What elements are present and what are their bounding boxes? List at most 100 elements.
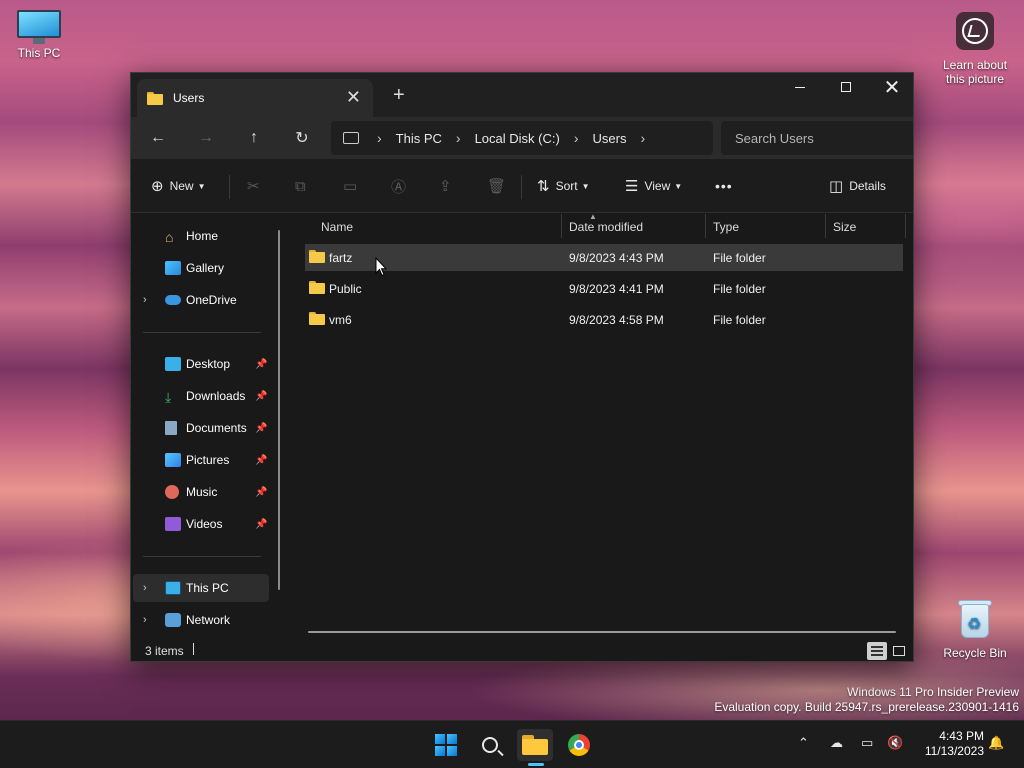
nav-item-desktop[interactable]: Desktop 📌	[133, 350, 269, 378]
file-name: vm6	[329, 313, 352, 327]
new-tab-button[interactable]: +	[393, 85, 405, 105]
column-divider[interactable]	[561, 214, 562, 238]
chevron-right-icon[interactable]: ›	[143, 582, 147, 594]
column-header-type[interactable]: Type	[713, 220, 739, 234]
nav-item-home[interactable]: ⌂ Home	[133, 222, 269, 250]
nav-scrollbar[interactable]	[278, 230, 280, 590]
close-tab-icon[interactable]: ✕	[346, 88, 361, 106]
breadcrumb-users[interactable]: Users	[593, 131, 627, 146]
horizontal-scrollbar[interactable]	[308, 631, 896, 633]
details-view-button[interactable]	[867, 642, 887, 660]
search-input[interactable]: Search Users	[721, 121, 913, 155]
tab-label: Users	[173, 91, 205, 105]
minimize-button[interactable]	[777, 73, 823, 101]
network-icon[interactable]: ▭	[861, 735, 873, 751]
nav-item-pictures[interactable]: Pictures 📌	[133, 446, 269, 474]
rename-button[interactable]: Ⓐ	[391, 173, 412, 199]
cut-button[interactable]: ✂	[247, 173, 266, 199]
file-explorer-icon	[522, 735, 548, 755]
chevron-right-icon[interactable]: ›	[143, 614, 147, 626]
details-button[interactable]: ◫ Details	[829, 173, 886, 199]
share-icon: ⇪	[439, 178, 452, 195]
more-options-button[interactable]: •••	[715, 173, 733, 199]
start-button[interactable]	[428, 729, 464, 761]
desktop-icon-recycle-bin[interactable]: ♻ Recycle Bin	[940, 598, 1010, 660]
address-bar[interactable]: › This PC › Local Disk (C:) › Users ›	[331, 121, 713, 155]
chevron-up-icon[interactable]: ⌃	[798, 735, 809, 751]
refresh-button[interactable]: ↻	[289, 125, 315, 151]
column-headers: ▲ Name Date modified Type Size	[289, 212, 913, 244]
notification-bell-icon[interactable]: 🔔	[988, 735, 1004, 751]
file-explorer-window: Users ✕ + ✕ ← → ↑ ↻ › This PC › Local Di…	[130, 72, 914, 662]
nav-item-label: Videos	[186, 517, 223, 531]
sort-icon: ⇅	[537, 178, 550, 195]
copy-button[interactable]: ⧉	[295, 173, 312, 199]
column-divider[interactable]	[705, 214, 706, 238]
nav-item-label: Network	[186, 613, 231, 627]
maximize-button[interactable]	[823, 73, 869, 101]
file-date: 9/8/2023 4:41 PM	[569, 282, 664, 296]
nav-item-label: Documents	[186, 421, 247, 435]
nav-item-videos[interactable]: Videos 📌	[133, 510, 269, 538]
download-icon: ⤓	[165, 389, 172, 405]
chevron-right-icon[interactable]: ›	[574, 130, 579, 146]
nav-item-downloads[interactable]: ⤓ Downloads 📌	[133, 382, 269, 410]
taskbar-chrome[interactable]	[561, 729, 597, 761]
taskbar-file-explorer[interactable]	[517, 729, 553, 761]
close-window-button[interactable]: ✕	[869, 73, 913, 101]
column-header-date-modified[interactable]: Date modified	[569, 220, 643, 234]
file-row-fartz[interactable]: fartz 9/8/2023 4:43 PM File folder	[305, 244, 903, 271]
evaluation-watermark: Windows 11 Pro Insider Preview Evaluatio…	[714, 685, 1019, 715]
paste-button[interactable]: ▭	[343, 173, 363, 199]
videos-icon	[165, 517, 181, 531]
camera-info-icon	[956, 12, 994, 50]
breadcrumb-this-pc[interactable]: This PC	[396, 131, 442, 146]
folder-icon	[147, 91, 163, 105]
file-row-public[interactable]: Public 9/8/2023 4:41 PM File folder	[305, 275, 903, 302]
cloud-icon	[165, 295, 181, 305]
chevron-right-icon[interactable]: ›	[143, 294, 147, 306]
sort-button[interactable]: ⇅ Sort ▼	[537, 173, 590, 199]
pin-icon: 📌	[255, 486, 268, 498]
chevron-right-icon[interactable]: ›	[456, 130, 461, 146]
nav-item-music[interactable]: Music 📌	[133, 478, 269, 506]
status-bar: 3 items	[131, 638, 913, 661]
nav-item-network[interactable]: › Network	[133, 606, 269, 634]
trash-icon: 🗑	[487, 178, 507, 195]
nav-item-onedrive[interactable]: › OneDrive	[133, 286, 269, 314]
breadcrumb-local-disk[interactable]: Local Disk (C:)	[475, 131, 560, 146]
search-button[interactable]	[472, 729, 508, 761]
desktop-icon-learn-about-picture[interactable]: Learn about this picture	[936, 12, 1014, 86]
column-header-size[interactable]: Size	[833, 220, 856, 234]
clock[interactable]: 4:43 PM 11/13/2023	[912, 729, 984, 759]
nav-item-gallery[interactable]: Gallery	[133, 254, 269, 282]
forward-button[interactable]: →	[193, 125, 219, 151]
up-button[interactable]: ↑	[241, 125, 267, 151]
desktop-icon-label: Recycle Bin	[943, 646, 1007, 660]
column-divider[interactable]	[905, 214, 906, 238]
view-button[interactable]: ☰ View ▼	[625, 173, 682, 199]
column-header-name[interactable]: Name	[321, 220, 353, 234]
volume-muted-icon[interactable]: 🔇	[887, 735, 903, 751]
new-button[interactable]: ⊕ New ▼	[151, 173, 206, 199]
nav-item-this-pc[interactable]: › This PC	[133, 574, 269, 602]
chevron-right-icon[interactable]: ›	[640, 130, 645, 146]
cloud-off-icon[interactable]: ☁	[830, 735, 843, 751]
tab-users[interactable]: Users ✕	[137, 79, 373, 117]
tiles-view-button[interactable]	[889, 642, 909, 660]
divider	[229, 175, 230, 199]
arrow-left-icon: ←	[150, 129, 166, 146]
column-divider[interactable]	[825, 214, 826, 238]
chevron-right-icon: ›	[377, 130, 382, 146]
file-type: File folder	[713, 251, 766, 265]
share-button[interactable]: ⇪	[439, 173, 458, 199]
delete-button[interactable]: 🗑	[487, 173, 512, 199]
file-type: File folder	[713, 282, 766, 296]
back-button[interactable]: ←	[145, 125, 171, 151]
folder-icon	[309, 281, 325, 294]
taskbar: ⌃ ☁ ▭ 🔇 4:43 PM 11/13/2023 🔔	[0, 720, 1024, 768]
nav-item-documents[interactable]: Documents 📌	[133, 414, 269, 442]
desktop-icon-this-pc[interactable]: This PC	[12, 10, 66, 60]
refresh-icon: ↻	[295, 130, 309, 147]
file-row-vm6[interactable]: vm6 9/8/2023 4:58 PM File folder	[305, 306, 903, 333]
